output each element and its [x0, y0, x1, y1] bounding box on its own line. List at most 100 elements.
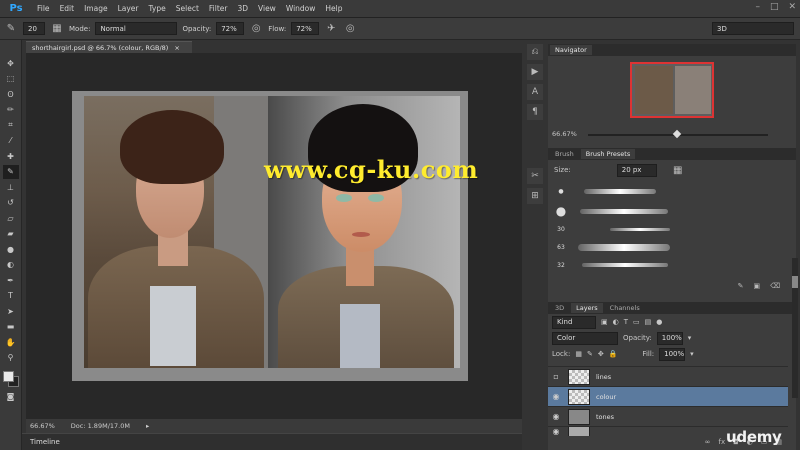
tab-layers[interactable]: Layers: [571, 303, 603, 313]
visibility-toggle-off[interactable]: ▫: [548, 372, 564, 381]
type-icon[interactable]: T: [3, 289, 19, 303]
opacity-input[interactable]: 72%: [216, 22, 245, 35]
brush-size-input[interactable]: 20 px: [616, 163, 657, 177]
maximize-icon[interactable]: □: [770, 2, 779, 12]
lock-all-icon[interactable]: 🔒: [609, 350, 618, 358]
blend-mode-select[interactable]: Color: [552, 331, 618, 345]
brush-panel-toggle-icon[interactable]: ✎: [738, 282, 744, 294]
brush-preset-item[interactable]: 32: [552, 254, 784, 276]
filter-smart-icon[interactable]: ▤: [645, 318, 652, 326]
menu-file[interactable]: File: [32, 4, 55, 13]
close-icon[interactable]: ✕: [788, 2, 796, 12]
menu-image[interactable]: Image: [79, 4, 113, 13]
gradient-icon[interactable]: ▰: [3, 227, 19, 241]
eyedropper-icon[interactable]: ⁄: [3, 134, 19, 148]
workspace-select[interactable]: 3D: [712, 22, 794, 35]
brush-icon[interactable]: ✎: [2, 164, 19, 179]
dodge-icon[interactable]: ◐: [3, 258, 19, 272]
minimize-icon[interactable]: –: [755, 2, 760, 12]
history-panel-icon[interactable]: ⎌: [527, 44, 543, 60]
blur-icon[interactable]: ●: [3, 242, 19, 256]
document-tab[interactable]: shorthairgirl.psd @ 66.7% (colour, RGB/8…: [26, 41, 192, 53]
brush-preset-item[interactable]: ●: [552, 180, 784, 202]
navigator-zoom-slider[interactable]: [588, 129, 768, 139]
paragraph-panel-icon[interactable]: ¶: [527, 104, 543, 120]
eye-icon[interactable]: ◉: [548, 412, 564, 421]
navigator-slider-knob[interactable]: [672, 129, 682, 139]
close-tab-icon[interactable]: ×: [174, 44, 179, 52]
stamp-icon[interactable]: ⊥: [3, 180, 19, 194]
brush-dock-icon[interactable]: ✂: [527, 168, 543, 184]
pressure-size-icon[interactable]: ◎: [343, 22, 357, 36]
filter-adjustment-icon[interactable]: ◐: [613, 318, 619, 326]
menu-filter[interactable]: Filter: [204, 4, 233, 13]
layer-row[interactable]: ◉ colour: [548, 386, 788, 406]
move-icon[interactable]: ✥: [3, 56, 19, 70]
opacity-slider-arrow-icon[interactable]: ▾: [688, 334, 692, 342]
shape-icon[interactable]: ▬: [3, 320, 19, 334]
menu-3d[interactable]: 3D: [232, 4, 253, 13]
fill-slider-arrow-icon[interactable]: ▾: [690, 350, 694, 358]
canvas-area[interactable]: [26, 53, 522, 419]
flow-input[interactable]: 72%: [291, 22, 320, 35]
reset-size-icon[interactable]: ▦: [671, 163, 685, 177]
marquee-icon[interactable]: ⬚: [3, 72, 19, 86]
mode-select[interactable]: Normal: [95, 22, 178, 35]
layer-opacity-input[interactable]: 100%: [656, 331, 683, 345]
new-brush-icon[interactable]: ▣: [753, 282, 760, 294]
fill-input[interactable]: 100%: [659, 347, 686, 361]
timeline-tab[interactable]: Timeline: [22, 433, 522, 450]
lock-image-icon[interactable]: ✎: [587, 350, 593, 358]
actions-panel-icon[interactable]: ▶: [527, 64, 543, 80]
lock-position-icon[interactable]: ✥: [598, 350, 604, 358]
filter-shape-icon[interactable]: ▭: [633, 318, 640, 326]
pen-icon[interactable]: ✒: [3, 273, 19, 287]
brush-preset-list[interactable]: ● ● 30 63 32: [552, 180, 784, 280]
menu-help[interactable]: Help: [320, 4, 347, 13]
filter-toggle-icon[interactable]: ●: [656, 318, 662, 326]
menu-type[interactable]: Type: [144, 4, 171, 13]
foreground-color-swatch[interactable]: [2, 371, 14, 382]
zoom-readout[interactable]: 66.67%: [30, 422, 55, 430]
document-canvas[interactable]: [72, 91, 468, 381]
layers-scroll-thumb[interactable]: [792, 276, 798, 288]
delete-brush-icon[interactable]: ⌫: [770, 282, 780, 294]
brush-panel-toggle-icon[interactable]: ▦: [50, 22, 64, 36]
layer-kind-filter[interactable]: Kind: [552, 315, 596, 329]
status-menu-arrow-icon[interactable]: ▸: [146, 422, 149, 430]
color-swatches[interactable]: [2, 370, 20, 388]
tab-brush-presets[interactable]: Brush Presets: [580, 149, 636, 159]
lasso-icon[interactable]: ʘ: [3, 87, 19, 101]
quick-mask-icon[interactable]: ◙: [3, 390, 19, 404]
brush-tool-preset-icon[interactable]: ✎: [4, 22, 18, 36]
layer-row[interactable]: ▫ lines: [548, 366, 788, 386]
eye-icon[interactable]: ◉: [548, 392, 564, 401]
menu-select[interactable]: Select: [171, 4, 204, 13]
filter-pixel-icon[interactable]: ▣: [601, 318, 608, 326]
lock-transparent-icon[interactable]: ▦: [575, 350, 582, 358]
clone-source-icon[interactable]: ⊞: [527, 188, 543, 204]
airbrush-icon[interactable]: ✈: [324, 22, 338, 36]
tab-brush[interactable]: Brush: [550, 149, 579, 159]
pressure-opacity-icon[interactable]: ◎: [249, 22, 263, 36]
brush-size-picker[interactable]: 20: [23, 22, 45, 35]
navigator-view-box[interactable]: [630, 62, 714, 118]
history-brush-icon[interactable]: ↺: [3, 196, 19, 210]
menu-layer[interactable]: Layer: [113, 4, 144, 13]
eye-icon[interactable]: ◉: [548, 427, 564, 436]
eraser-icon[interactable]: ▱: [3, 211, 19, 225]
tab-navigator[interactable]: Navigator: [550, 45, 592, 55]
menu-window[interactable]: Window: [281, 4, 321, 13]
menu-view[interactable]: View: [253, 4, 281, 13]
fx-icon[interactable]: fx: [718, 438, 725, 450]
layer-row[interactable]: ◉ tones: [548, 406, 788, 426]
link-layers-icon[interactable]: ∞: [705, 438, 711, 450]
tab-3d[interactable]: 3D: [550, 303, 569, 313]
layers-scrollbar[interactable]: [792, 258, 798, 398]
filter-type-icon[interactable]: T: [624, 318, 628, 326]
healing-icon[interactable]: ✚: [3, 149, 19, 163]
character-panel-icon[interactable]: A: [527, 84, 543, 100]
zoom-icon[interactable]: ⚲: [3, 351, 19, 365]
hand-icon[interactable]: ✋: [3, 335, 19, 349]
navigator-zoom[interactable]: 66.67%: [552, 130, 577, 138]
